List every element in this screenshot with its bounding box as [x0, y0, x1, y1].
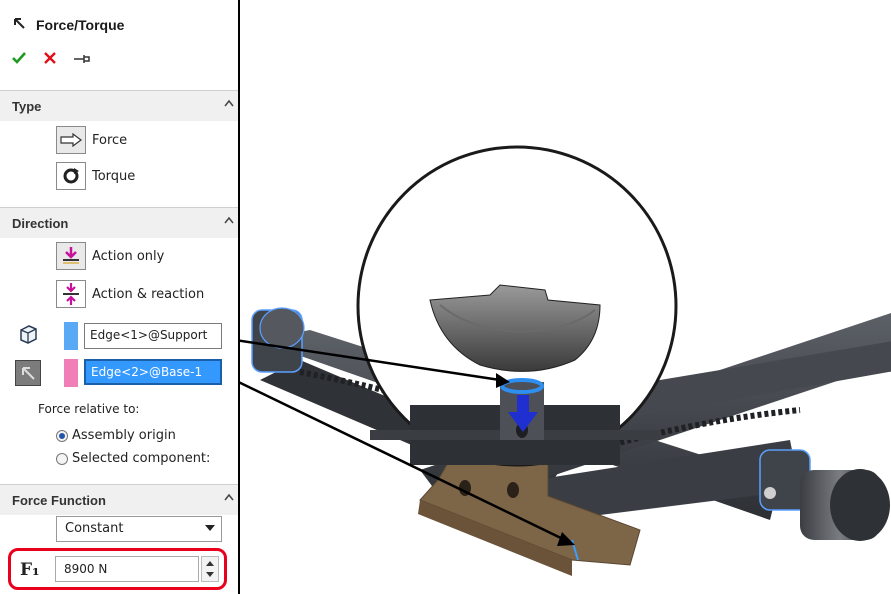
- pin-icon[interactable]: [74, 53, 90, 67]
- direction-arrow-icon[interactable]: [15, 360, 41, 386]
- panel-title: Force/Torque: [36, 16, 125, 33]
- f1-label: F₁: [20, 560, 40, 580]
- direction-section-title: Direction: [12, 216, 69, 231]
- title-row: Force/Torque: [12, 16, 124, 33]
- collapse-chevron-icon[interactable]: [224, 490, 234, 504]
- action-reaction-icon[interactable]: [56, 280, 86, 308]
- f1-value-input[interactable]: 8900 N: [55, 556, 199, 582]
- force-relative-label: Force relative to:: [38, 402, 140, 416]
- radio-button[interactable]: [56, 452, 68, 465]
- force-option[interactable]: Force: [56, 126, 127, 154]
- spin-up-icon[interactable]: [206, 561, 214, 566]
- direction-section-header[interactable]: Direction: [0, 207, 238, 238]
- radio-label: Assembly origin: [72, 428, 176, 443]
- function-dropdown[interactable]: Constant: [56, 516, 222, 542]
- function-section-title: Force Function: [12, 493, 106, 508]
- selection1-field[interactable]: Edge<1>@Support: [84, 323, 222, 349]
- action-reaction-option[interactable]: Action & reaction: [56, 280, 204, 308]
- ok-check-icon[interactable]: [12, 52, 26, 67]
- radio-assembly-origin[interactable]: Assembly origin: [56, 428, 176, 443]
- model-viewport[interactable]: [240, 0, 891, 594]
- action-reaction-label: Action & reaction: [92, 286, 205, 302]
- component-icon: [17, 323, 39, 348]
- force-icon[interactable]: [56, 126, 86, 154]
- type-section-header[interactable]: Type: [0, 90, 238, 121]
- torque-option[interactable]: Torque: [56, 162, 135, 190]
- type-section-title: Type: [12, 99, 42, 114]
- torque-icon[interactable]: [56, 162, 86, 190]
- action-only-label: Action only: [92, 248, 165, 264]
- radio-label: Selected component:: [72, 451, 211, 466]
- force-label: Force: [92, 132, 128, 148]
- radio-button[interactable]: [56, 429, 68, 442]
- selection2-field[interactable]: Edge<2>@Base-1: [84, 359, 222, 385]
- spin-down-icon[interactable]: [206, 572, 214, 577]
- f1-spinner[interactable]: [201, 556, 219, 582]
- confirm-row: [12, 52, 90, 67]
- cancel-x-icon[interactable]: [44, 52, 56, 67]
- radio-selected-component[interactable]: Selected component:: [56, 451, 210, 466]
- function-value: Constant: [65, 521, 124, 536]
- collapse-chevron-icon[interactable]: [224, 213, 234, 227]
- selection2-swatch: [64, 359, 78, 387]
- property-manager-panel: Force/Torque Type Force Torque Direction: [0, 0, 240, 594]
- chevron-down-icon[interactable]: [205, 525, 215, 531]
- torque-label: Torque: [92, 168, 136, 184]
- function-section-header[interactable]: Force Function: [0, 484, 238, 515]
- action-only-option[interactable]: Action only: [56, 242, 164, 270]
- back-arrow-icon[interactable]: [12, 16, 26, 33]
- action-only-icon[interactable]: [56, 242, 86, 270]
- collapse-chevron-icon[interactable]: [224, 96, 234, 110]
- magnifier-lens: [356, 145, 678, 467]
- selection1-swatch: [64, 322, 78, 350]
